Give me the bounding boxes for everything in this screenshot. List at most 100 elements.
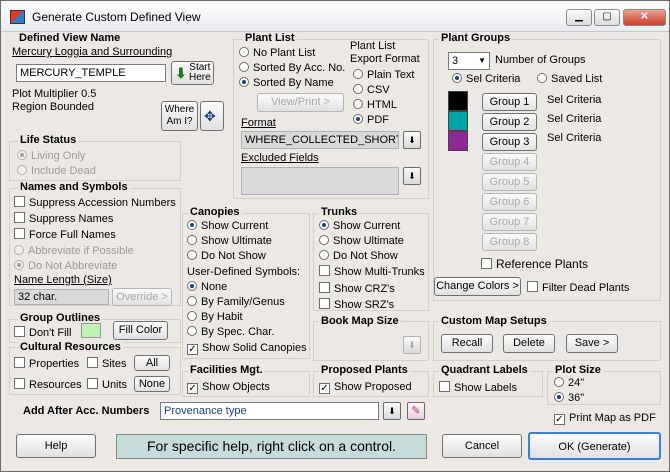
fill-color-button[interactable]: Fill Color	[113, 321, 168, 340]
start-here-button[interactable]: ⬇ Start Here	[171, 61, 214, 85]
name-length-field[interactable]: 32 char.	[14, 289, 109, 305]
symbol-radio-family[interactable]: By Family/Genus	[187, 296, 285, 308]
force-full-names-checkbox[interactable]: Force Full Names	[14, 228, 116, 241]
show-proposed-checkbox[interactable]: ✓ Show Proposed	[319, 381, 412, 394]
symbol-radio-spec[interactable]: By Spec. Char.	[187, 326, 274, 338]
center-target-button[interactable]: ✥	[200, 101, 224, 131]
eraser-button[interactable]: ✎	[407, 402, 425, 420]
group-5-button[interactable]: Group 5	[482, 173, 537, 191]
format-field[interactable]: WHERE_COLLECTED_SHORT	[241, 131, 399, 149]
change-colors-button[interactable]: Change Colors >	[434, 277, 521, 296]
show-multi-trunks-checkbox[interactable]: Show Multi-Trunks	[319, 265, 425, 278]
group-1-color-swatch[interactable]	[448, 91, 468, 111]
where-am-i-button[interactable]: Where Am I?	[161, 101, 198, 131]
ok-generate-button[interactable]: OK (Generate)	[528, 432, 661, 460]
reference-plants-checkbox[interactable]: Reference Plants	[481, 257, 588, 271]
excluded-dropdown-button[interactable]: ⬇	[403, 167, 421, 185]
dont-fill-checkbox[interactable]: Don't Fill	[14, 326, 71, 339]
title-bar[interactable]: Generate Custom Defined View ▁ ▢ ✕	[1, 1, 669, 32]
trunk-radio-none[interactable]: Do Not Show	[319, 250, 398, 262]
properties-checkbox[interactable]: Properties	[14, 357, 79, 370]
all-button[interactable]: All	[134, 355, 170, 371]
group-6-button[interactable]: Group 6	[482, 193, 537, 211]
maximize-button[interactable]: ▢	[594, 9, 620, 26]
group-3-criteria: Sel Criteria	[547, 132, 602, 144]
override-button[interactable]: Override >	[112, 288, 172, 306]
defined-view-subtitle: Mercury Loggia and Surrounding	[12, 46, 173, 58]
canopy-radio-current[interactable]: Show Current	[187, 220, 268, 232]
radio-sorted-name[interactable]: Sorted By Name	[239, 77, 334, 89]
radio-saved-list[interactable]: Saved List	[537, 73, 602, 85]
plant-groups-header: Plant Groups	[439, 32, 513, 44]
radio-html[interactable]: HTML	[353, 99, 397, 111]
facilities-header: Facilities Mgt.	[188, 364, 265, 376]
show-labels-checkbox[interactable]: Show Labels	[439, 381, 517, 394]
save-button[interactable]: Save >	[566, 334, 618, 353]
plot-radio-24[interactable]: 24"	[554, 377, 584, 389]
add-after-dropdown-button[interactable]: ⬇	[383, 402, 401, 420]
show-objects-checkbox[interactable]: ✓ Show Objects	[187, 381, 270, 394]
canopy-radio-none[interactable]: Do Not Show	[187, 250, 266, 262]
group-1-button[interactable]: Group 1	[482, 93, 537, 111]
show-crz-checkbox[interactable]: Show CRZ's	[319, 282, 395, 295]
radio-no-plant-list[interactable]: No Plant List	[239, 47, 315, 59]
trunk-radio-current[interactable]: Show Current	[319, 220, 400, 232]
group-3-color-swatch[interactable]	[448, 131, 468, 151]
group-4-button[interactable]: Group 4	[482, 153, 537, 171]
crosshair-icon: ✥	[204, 108, 216, 124]
radio-sorted-acc[interactable]: Sorted By Acc. No.	[239, 62, 345, 74]
names-symbols-header: Names and Symbols	[18, 181, 130, 193]
radio-sel-criteria[interactable]: Sel Criteria	[452, 73, 520, 85]
trunks-header: Trunks	[319, 206, 360, 218]
help-button[interactable]: Help	[16, 434, 96, 458]
print-pdf-checkbox[interactable]: ✓ Print Map as PDF	[554, 412, 656, 425]
canopy-radio-ultimate[interactable]: Show Ultimate	[187, 235, 272, 247]
symbol-radio-habit[interactable]: By Habit	[187, 311, 243, 323]
show-srz-checkbox[interactable]: Show SRZ's	[319, 298, 394, 311]
app-icon	[10, 10, 25, 24]
view-name-input[interactable]: MERCURY_TEMPLE	[16, 64, 166, 82]
group-8-button[interactable]: Group 8	[482, 233, 537, 251]
minimize-button[interactable]: ▁	[566, 9, 592, 26]
suppress-names-checkbox[interactable]: Suppress Names	[14, 212, 113, 225]
plot-multiplier-text: Plot Multiplier 0.5	[12, 88, 97, 100]
canopies-header: Canopies	[188, 206, 242, 218]
add-after-label: Add After Acc. Numbers	[23, 405, 150, 417]
recall-button[interactable]: Recall	[441, 334, 493, 353]
resources-checkbox[interactable]: Resources	[14, 378, 82, 391]
book-map-dropdown-button[interactable]: ⬇	[403, 336, 421, 354]
none-button[interactable]: None	[134, 376, 170, 392]
radio-abbreviate[interactable]: Abbreviate if Possible	[14, 245, 134, 257]
fill-color-swatch[interactable]	[81, 323, 101, 338]
window-title: Generate Custom Defined View	[32, 10, 201, 24]
radio-living-only[interactable]: Living Only	[17, 150, 85, 162]
sites-checkbox[interactable]: Sites	[87, 357, 126, 370]
radio-include-dead[interactable]: Include Dead	[17, 165, 96, 177]
radio-do-not-abbreviate[interactable]: Do Not Abbreviate	[14, 260, 117, 272]
symbol-radio-none[interactable]: None	[187, 281, 227, 293]
plot-radio-36[interactable]: 36"	[554, 392, 584, 404]
group-3-button[interactable]: Group 3	[482, 133, 537, 151]
trunk-radio-ultimate[interactable]: Show Ultimate	[319, 235, 404, 247]
radio-pdf[interactable]: PDF	[353, 114, 389, 126]
group-2-button[interactable]: Group 2	[482, 113, 537, 131]
filter-dead-checkbox[interactable]: Filter Dead Plants	[527, 281, 629, 294]
units-checkbox[interactable]: Units	[87, 378, 127, 391]
dialog-window: Generate Custom Defined View ▁ ▢ ✕ Defin…	[0, 0, 670, 472]
down-arrow-icon: ⬇	[408, 135, 416, 145]
radio-plain-text[interactable]: Plain Text	[353, 69, 415, 81]
eraser-icon: ✎	[411, 405, 421, 417]
format-dropdown-button[interactable]: ⬇	[403, 131, 421, 149]
excluded-fields-box[interactable]	[241, 167, 399, 195]
delete-button[interactable]: Delete	[503, 334, 555, 353]
view-print-button[interactable]: View/Print >	[257, 93, 344, 112]
suppress-acc-checkbox[interactable]: Suppress Accession Numbers	[14, 196, 176, 209]
group-2-color-swatch[interactable]	[448, 111, 468, 131]
radio-csv[interactable]: CSV	[353, 84, 390, 96]
group-7-button[interactable]: Group 7	[482, 213, 537, 231]
add-after-field[interactable]: Provenance type	[160, 402, 379, 420]
cancel-button[interactable]: Cancel	[442, 434, 522, 458]
show-solid-canopies-checkbox[interactable]: ✓ Show Solid Canopies	[187, 342, 307, 355]
number-of-groups-select[interactable]: 3 ▼	[448, 52, 490, 70]
close-button[interactable]: ✕	[623, 9, 666, 26]
